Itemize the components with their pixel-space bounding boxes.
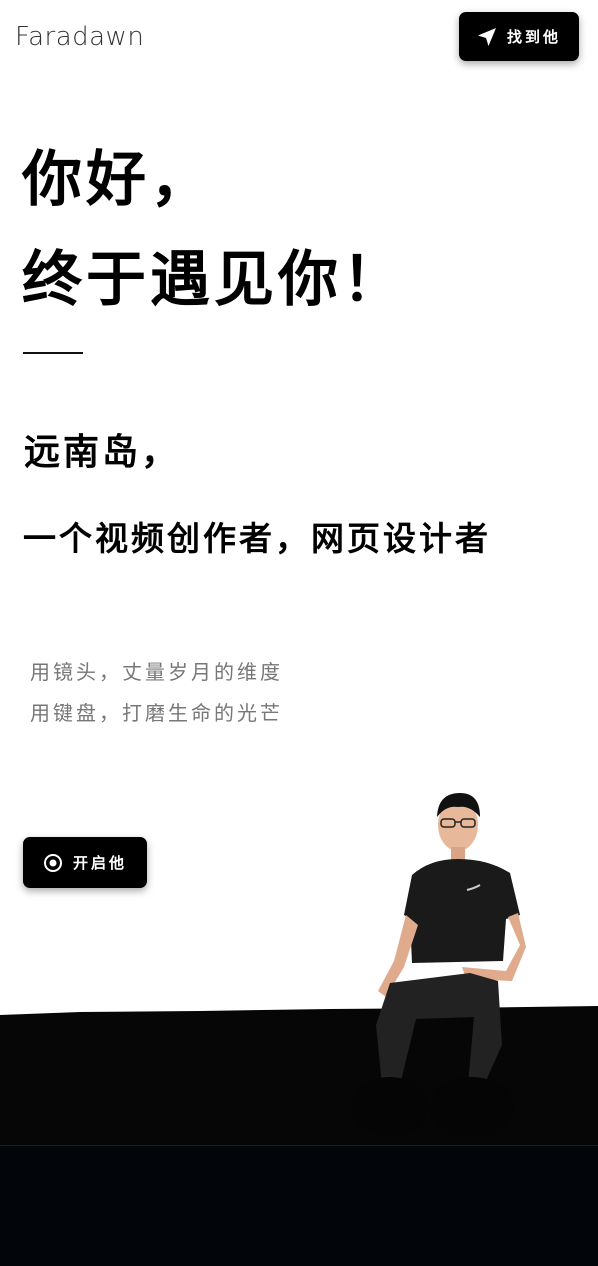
portrait-photo	[352, 793, 526, 1137]
author-name: 远南岛，	[24, 431, 181, 473]
divider	[23, 352, 83, 354]
author-role: 一个视频创作者，网页设计者	[23, 519, 491, 558]
start-button[interactable]: 开启他	[23, 837, 147, 888]
motto-line-2: 用键盘，打磨生命的光芒	[30, 701, 283, 725]
hero-title: 你好， 终于遇见你！	[22, 130, 406, 330]
find-him-label: 找到他	[506, 28, 561, 46]
motto-line-1: 用镜头，丈量岁月的维度	[30, 660, 283, 684]
find-him-button[interactable]: 找到他	[459, 12, 579, 61]
navigation-arrow-icon	[477, 27, 496, 46]
motto: 用镜头，丈量岁月的维度 用键盘，打磨生命的光芒	[30, 652, 283, 734]
site-logo[interactable]: Faradawn	[15, 22, 144, 52]
hero-title-line-1: 你好，	[22, 145, 214, 215]
hero-title-line-2: 终于遇见你！	[22, 245, 406, 315]
target-circle-icon	[43, 853, 62, 872]
start-button-label: 开启他	[72, 854, 127, 872]
footer	[0, 1145, 598, 1266]
